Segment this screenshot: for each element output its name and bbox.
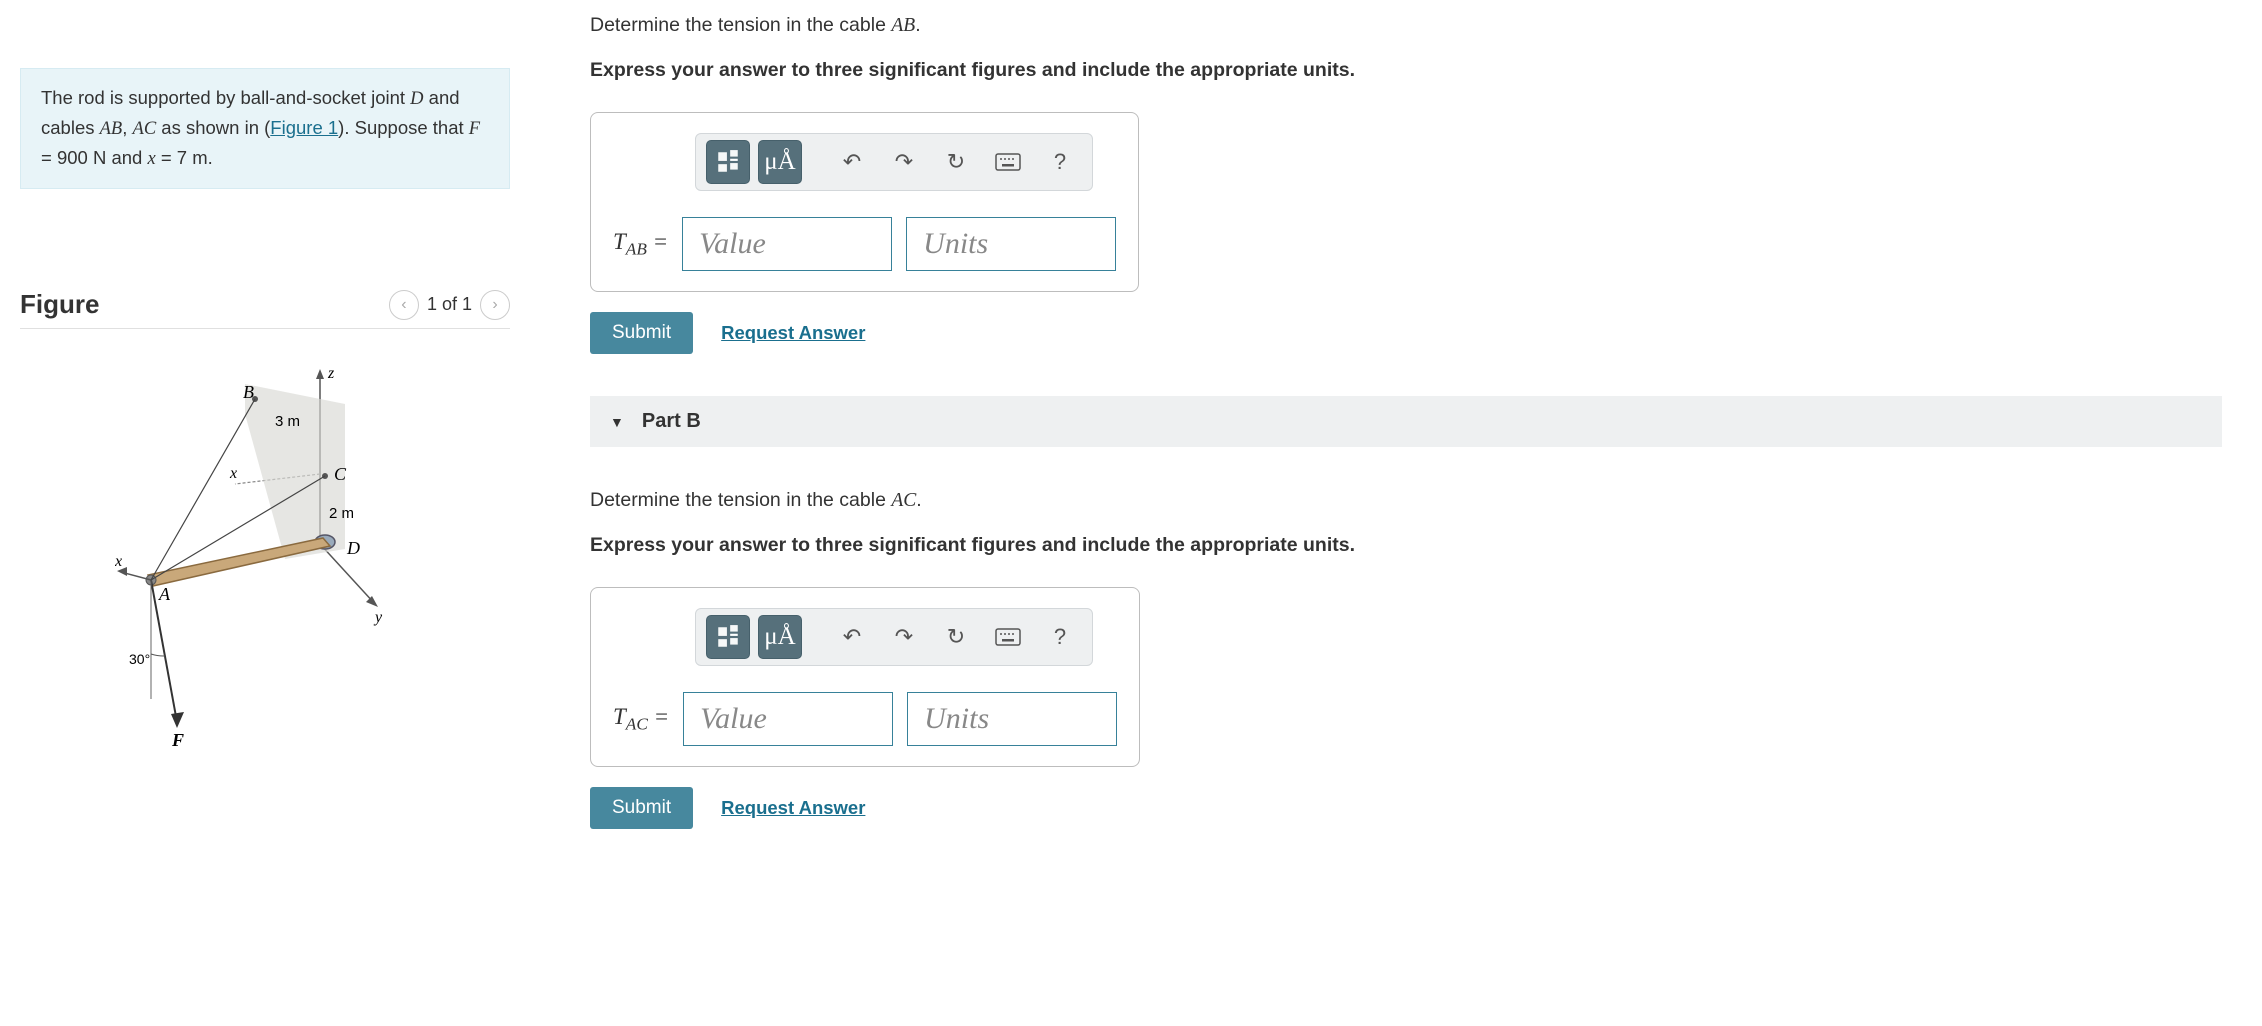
problem-text: and — [106, 147, 147, 168]
problem-text: . — [208, 147, 213, 168]
problem-text: , — [122, 117, 132, 138]
help-icon[interactable]: ? — [1038, 140, 1082, 184]
parta-prompt-end: . — [915, 14, 920, 36]
partb-variable-label: TAC = — [613, 704, 669, 735]
partb-request-answer-link[interactable]: Request Answer — [721, 797, 865, 819]
undo-icon[interactable]: ↶ — [830, 615, 874, 659]
figure-force-f: F — [171, 730, 184, 750]
problem-text: The rod is supported by ball-and-socket … — [41, 87, 410, 108]
parta-prompt-pre: Determine the tension in the cable — [590, 14, 891, 36]
x-var: x — [147, 149, 155, 169]
axis-y-label: y — [373, 609, 383, 626]
cable-ac: AC — [133, 119, 157, 139]
f-val: = 900 N — [41, 147, 106, 168]
redo-icon[interactable]: ↷ — [882, 615, 926, 659]
parta-hint: Express your answer to three significant… — [590, 59, 2222, 82]
axis-z-label: z — [327, 365, 335, 382]
collapse-icon: ▼ — [610, 414, 624, 430]
figure-dim-2m: 2 m — [329, 505, 354, 522]
figure-heading: Figure — [20, 289, 99, 320]
keyboard-icon[interactable] — [986, 615, 1030, 659]
parta-toolbar: μÅ ↶ ↷ ↻ ? — [695, 133, 1093, 191]
special-chars-icon[interactable]: μÅ — [758, 140, 802, 184]
axis-x-dash-label: x — [229, 465, 237, 482]
parta-value-input[interactable]: Value — [682, 217, 892, 271]
parta-submit-button[interactable]: Submit — [590, 312, 693, 354]
partb-value-input[interactable]: Value — [683, 692, 893, 746]
keyboard-icon[interactable] — [986, 140, 1030, 184]
figure-diagram: z y x B 3 m C 2 m — [20, 354, 510, 754]
figure-point-c: C — [334, 464, 347, 484]
figure-link[interactable]: Figure 1 — [270, 117, 338, 138]
parta-request-answer-link[interactable]: Request Answer — [721, 322, 865, 344]
figure-point-b: B — [243, 382, 254, 402]
partb-hint: Express your answer to three significant… — [590, 534, 2222, 557]
problem-statement: The rod is supported by ball-and-socket … — [20, 68, 510, 189]
reset-icon[interactable]: ↻ — [934, 140, 978, 184]
x-val: = 7 m — [161, 147, 208, 168]
joint-var: D — [410, 89, 423, 109]
figure-point-a: A — [158, 584, 171, 604]
figure-angle-30: 30° — [129, 651, 150, 667]
reset-icon[interactable]: ↻ — [934, 615, 978, 659]
partb-prompt-end: . — [916, 489, 921, 511]
partb-units-input[interactable]: Units — [907, 692, 1117, 746]
partb-toolbar: μÅ ↶ ↷ ↻ ? — [695, 608, 1093, 666]
special-chars-icon[interactable]: μÅ — [758, 615, 802, 659]
problem-text: ). Suppose that — [338, 117, 469, 138]
cable-ab: AB — [100, 119, 123, 139]
partb-header[interactable]: ▼ Part B — [590, 396, 2222, 447]
partb-prompt-var: AC — [891, 490, 916, 511]
problem-text: as shown in ( — [156, 117, 270, 138]
axis-x-label: x — [115, 553, 122, 570]
figure-next-button[interactable]: › — [480, 290, 510, 320]
parta-answer-box: μÅ ↶ ↷ ↻ ? TAB = Value Units — [590, 112, 1139, 292]
figure-dim-3m: 3 m — [275, 413, 300, 430]
partb-title: Part B — [642, 410, 701, 433]
figure-page-indicator: 1 of 1 — [427, 294, 472, 315]
partb-submit-button[interactable]: Submit — [590, 787, 693, 829]
template-icon[interactable] — [706, 140, 750, 184]
undo-icon[interactable]: ↶ — [830, 140, 874, 184]
parta-prompt-var: AB — [891, 15, 915, 36]
help-icon[interactable]: ? — [1038, 615, 1082, 659]
parta-variable-label: TAB = — [613, 229, 668, 260]
template-icon[interactable] — [706, 615, 750, 659]
redo-icon[interactable]: ↷ — [882, 140, 926, 184]
partb-prompt-pre: Determine the tension in the cable — [590, 489, 891, 511]
parta-units-input[interactable]: Units — [906, 217, 1116, 271]
f-var: F — [469, 119, 480, 139]
figure-point-d: D — [346, 538, 360, 558]
figure-prev-button[interactable]: ‹ — [389, 290, 419, 320]
partb-answer-box: μÅ ↶ ↷ ↻ ? TAC = Value Units — [590, 587, 1140, 767]
